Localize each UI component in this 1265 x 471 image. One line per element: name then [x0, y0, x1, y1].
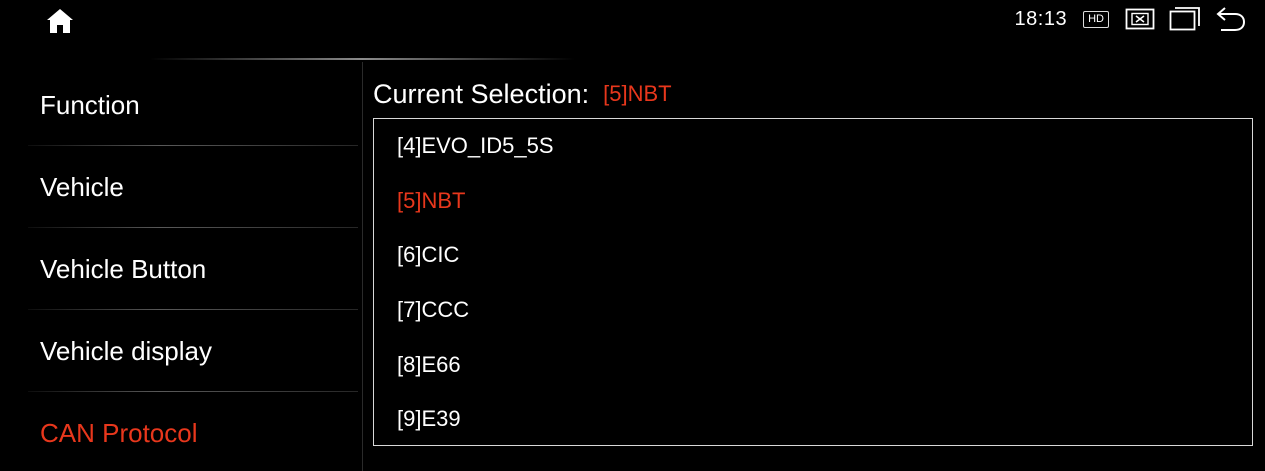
list-item[interactable]: [5]NBT [374, 174, 1252, 229]
sidebar-item-function[interactable]: Function [0, 64, 362, 146]
back-icon [1216, 7, 1246, 31]
status-right: 18:13 HD [1015, 4, 1247, 34]
sidebar-item-vehicle-button[interactable]: Vehicle Button [0, 228, 362, 310]
close-box-icon [1125, 8, 1155, 30]
current-selection-value: [5]NBT [603, 81, 672, 106]
sidebar: Function Vehicle Vehicle Button Vehicle … [0, 64, 362, 471]
hd-badge: HD [1083, 10, 1109, 28]
list-item[interactable]: [9]E39 [374, 392, 1252, 445]
protocol-list[interactable]: [4]EVO_ID5_5S [5]NBT [6]CIC [7]CCC [8]E6… [373, 118, 1253, 446]
sidebar-item-vehicle[interactable]: Vehicle [0, 146, 362, 228]
sidebar-item-label: CAN Protocol [40, 417, 198, 448]
header-divider [150, 58, 575, 60]
list-item[interactable]: [4]EVO_ID5_5S [374, 119, 1252, 174]
sidebar-divider [362, 62, 363, 471]
sidebar-item-vehicle-display[interactable]: Vehicle display [0, 310, 362, 392]
sidebar-item-label: Vehicle display [40, 335, 212, 366]
list-item[interactable]: [7]CCC [374, 283, 1252, 338]
recent-apps-icon [1169, 7, 1200, 31]
back-button[interactable] [1215, 5, 1247, 33]
sidebar-item-label: Vehicle Button [40, 253, 207, 284]
list-item[interactable]: [8]E66 [374, 337, 1252, 392]
list-item[interactable]: [6]CIC [374, 228, 1252, 283]
sidebar-item-can-protocol[interactable]: CAN Protocol [0, 392, 362, 471]
clock: 18:13 [1014, 7, 1068, 30]
recent-apps-button[interactable] [1169, 6, 1201, 32]
current-selection-label: Current Selection: [373, 78, 590, 109]
current-selection: Current Selection: [5]NBT [373, 74, 672, 114]
status-bar: 18:13 HD [0, 0, 1265, 40]
sidebar-item-label: Vehicle [40, 171, 124, 202]
home-button[interactable] [44, 6, 76, 36]
settings-screen: 18:13 HD Function Vehicle Vehicle Button… [0, 0, 1265, 471]
close-box-button[interactable] [1125, 8, 1155, 30]
sidebar-item-label: Function [40, 89, 140, 120]
home-icon [47, 9, 73, 33]
